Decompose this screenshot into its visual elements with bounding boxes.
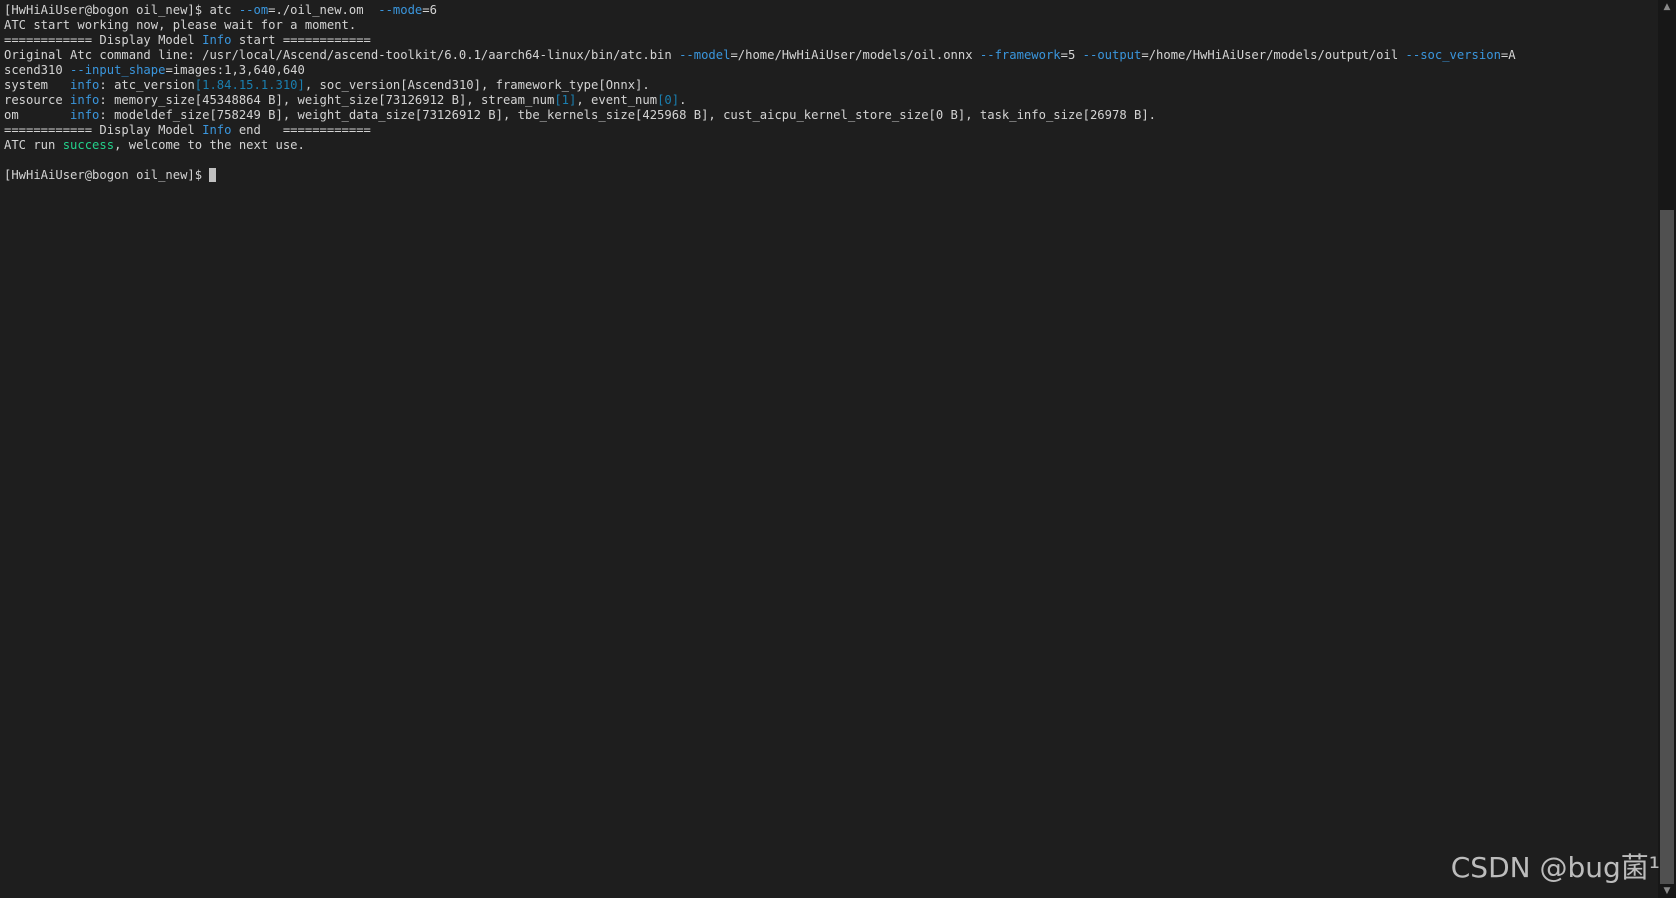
terminal-text-segment: --output bbox=[1082, 48, 1142, 62]
terminal-line: ============ Display Model Info start ==… bbox=[4, 33, 1654, 48]
terminal-text-segment: [HwHiAiUser@bogon oil_new]$ atc bbox=[4, 3, 239, 17]
terminal-text-segment: Info bbox=[202, 123, 232, 137]
terminal-text-segment: : memory_size[45348864 B], weight_size[7… bbox=[99, 93, 555, 107]
terminal-text-segment: [0] bbox=[657, 93, 680, 107]
terminal-text-segment: success bbox=[62, 138, 115, 152]
terminal-text-segment: --framework bbox=[979, 48, 1061, 62]
terminal-line: Original Atc command line: /usr/local/As… bbox=[4, 48, 1654, 63]
terminal-text-segment: om bbox=[4, 108, 71, 122]
terminal-output: [HwHiAiUser@bogon oil_new]$ atc --om=./o… bbox=[4, 3, 1654, 183]
terminal-text-segment: =5 bbox=[1060, 48, 1083, 62]
terminal-line: ATC start working now, please wait for a… bbox=[4, 18, 1654, 33]
terminal-text-segment: --soc_version bbox=[1405, 48, 1501, 62]
terminal-text-segment: --model bbox=[679, 48, 731, 62]
terminal-text-segment: ATC run bbox=[4, 138, 63, 152]
terminal-text-segment: resource bbox=[4, 93, 71, 107]
terminal-text-segment: Original Atc command line: /usr/local/As… bbox=[4, 48, 680, 62]
terminal-text-segment: --mode bbox=[378, 3, 423, 17]
scrollbar-thumb[interactable] bbox=[1660, 210, 1674, 884]
terminal-text-segment: =6 bbox=[422, 3, 437, 17]
terminal-text-segment: =/home/HwHiAiUser/models/oil.onnx bbox=[730, 48, 980, 62]
terminal-line: ============ Display Model Info end ====… bbox=[4, 123, 1654, 138]
terminal-text-segment: system bbox=[4, 78, 71, 92]
terminal-text-segment: =images:1,3,640,640 bbox=[165, 63, 305, 77]
terminal-line: om info: modeldef_size[758249 B], weight… bbox=[4, 108, 1654, 123]
terminal-text-segment: =./oil_new.om bbox=[268, 3, 379, 17]
terminal-text-segment: [1.84.15.1.310] bbox=[194, 78, 305, 92]
watermark: CSDN @bug菌¹ bbox=[1450, 851, 1660, 884]
terminal-line: [HwHiAiUser@bogon oil_new]$ bbox=[4, 168, 1654, 183]
terminal-text-segment: , soc_version[Ascend310], framework_type… bbox=[304, 78, 650, 92]
terminal-line: ATC run success, welcome to the next use… bbox=[4, 138, 1654, 153]
scroll-up-arrow-icon[interactable]: ▲ bbox=[1658, 0, 1676, 14]
terminal-text-segment: , event_num bbox=[576, 93, 658, 107]
terminal-window[interactable]: [HwHiAiUser@bogon oil_new]$ atc --om=./o… bbox=[0, 0, 1658, 898]
terminal-text-segment: : atc_version bbox=[99, 78, 195, 92]
terminal-text-segment: [HwHiAiUser@bogon oil_new]$ bbox=[4, 168, 210, 182]
terminal-text-segment: : modeldef_size[758249 B], weight_data_s… bbox=[99, 108, 1157, 122]
terminal-text-segment: --input_shape bbox=[70, 63, 166, 77]
terminal-text-segment: start ============ bbox=[231, 33, 371, 47]
terminal-text-segment: info bbox=[70, 93, 100, 107]
terminal-text-segment: --om bbox=[238, 3, 269, 17]
terminal-cursor bbox=[209, 168, 217, 182]
terminal-text-segment: =A bbox=[1500, 48, 1516, 62]
scroll-down-arrow-icon[interactable]: ▼ bbox=[1658, 884, 1676, 898]
terminal-text-segment: ============ Display Model bbox=[4, 33, 203, 47]
terminal-text-segment: , welcome to the next use. bbox=[114, 138, 305, 152]
terminal-text-segment: =/home/HwHiAiUser/models/output/oil bbox=[1141, 48, 1406, 62]
terminal-text-segment: Info bbox=[202, 33, 232, 47]
terminal-line: system info: atc_version[1.84.15.1.310],… bbox=[4, 78, 1654, 93]
terminal-text-segment: end ============ bbox=[231, 123, 371, 137]
terminal-text-segment: [1] bbox=[554, 93, 577, 107]
terminal-text-segment: scend310 bbox=[4, 63, 71, 77]
terminal-line: resource info: memory_size[45348864 B], … bbox=[4, 93, 1654, 108]
terminal-line: [HwHiAiUser@bogon oil_new]$ atc --om=./o… bbox=[4, 3, 1654, 18]
terminal-line: scend310 --input_shape=images:1,3,640,64… bbox=[4, 63, 1654, 78]
terminal-text-segment: info bbox=[70, 78, 100, 92]
vertical-scrollbar[interactable]: ▲ ▼ bbox=[1658, 0, 1676, 898]
terminal-text-segment: . bbox=[679, 93, 687, 107]
terminal-text-segment: ============ Display Model bbox=[4, 123, 203, 137]
terminal-text-segment: info bbox=[70, 108, 100, 122]
terminal-text-segment: ATC start working now, please wait for a… bbox=[4, 18, 357, 32]
